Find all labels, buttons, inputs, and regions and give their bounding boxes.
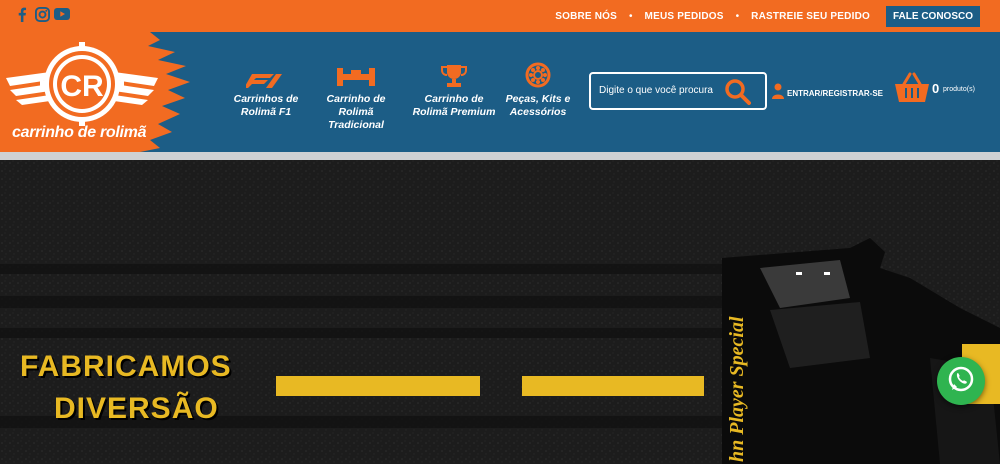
- separator: •: [629, 10, 633, 22]
- car-livery-text: hn Player Special: [726, 316, 748, 462]
- whatsapp-icon: [947, 365, 975, 398]
- search-icon[interactable]: [725, 79, 751, 110]
- main-header: CR carrinho de rolimã Carrinhos de Rolim…: [0, 32, 1000, 152]
- separator: •: [735, 10, 740, 22]
- nav-item-tradicional[interactable]: Carrinho de Rolimã Tradicional: [314, 62, 398, 132]
- top-links: SOBRE NÓS • MEUS PEDIDOS • RASTREIE SEU …: [555, 5, 980, 27]
- hero-title-line2: DIVERSÃO: [54, 392, 219, 425]
- search-box[interactable]: Digite o que você procura: [589, 72, 767, 110]
- f1-logo-icon: [246, 62, 286, 88]
- link-meus-pedidos[interactable]: MEUS PEDIDOS: [645, 11, 724, 22]
- facebook-icon[interactable]: [14, 6, 30, 22]
- top-bar: SOBRE NÓS • MEUS PEDIDOS • RASTREIE SEU …: [0, 0, 1000, 32]
- hero-title-line1: FABRICAMOS: [20, 350, 232, 383]
- nav-label: Carrinho de Rolimã Premium: [412, 93, 496, 118]
- contact-button[interactable]: FALE CONOSCO: [885, 5, 980, 27]
- bearing-icon: [525, 62, 551, 88]
- trophy-icon: [441, 62, 467, 88]
- nav-item-f1[interactable]: Carrinhos de Rolimã F1: [224, 62, 308, 119]
- login-link[interactable]: ENTRAR/REGISTRAR-SE: [772, 83, 883, 104]
- cart-count: 0: [932, 81, 940, 96]
- basket-icon: [894, 72, 930, 108]
- logo-initials: CR: [60, 70, 104, 103]
- road-stripe: [522, 376, 704, 396]
- youtube-icon[interactable]: [54, 6, 70, 22]
- user-icon: [772, 83, 784, 104]
- nav-label: Carrinho de Rolimã Tradicional: [326, 93, 386, 131]
- login-label[interactable]: ENTRAR/REGISTRAR-SE: [787, 89, 883, 98]
- search-input[interactable]: Digite o que você procura: [599, 85, 713, 96]
- cart-label: produto(s): [943, 86, 975, 93]
- nav-item-pecas[interactable]: Peças, Kits e Acessórios: [496, 62, 580, 119]
- brand-name[interactable]: carrinho de rolimã: [12, 124, 147, 142]
- cart-vehicle-icon: [337, 62, 375, 88]
- whatsapp-button[interactable]: [937, 357, 985, 405]
- nav-label: Peças, Kits e Acessórios: [505, 93, 571, 118]
- cart-button[interactable]: 0 produto(s): [894, 72, 975, 109]
- road-stripe: [276, 376, 480, 396]
- hero-banner[interactable]: FABRICAMOS DIVERSÃO hn Player Special: [0, 160, 1000, 464]
- nav-label: Carrinhos de Rolimã F1: [233, 93, 299, 118]
- instagram-icon[interactable]: [34, 6, 50, 22]
- nav-item-premium[interactable]: Carrinho de Rolimã Premium: [412, 62, 496, 119]
- link-rastreie-pedido[interactable]: RASTREIE SEU PEDIDO: [751, 11, 870, 22]
- social-links: [14, 6, 70, 22]
- link-sobre-nos[interactable]: SOBRE NÓS: [555, 11, 617, 22]
- header-divider: [0, 152, 1000, 160]
